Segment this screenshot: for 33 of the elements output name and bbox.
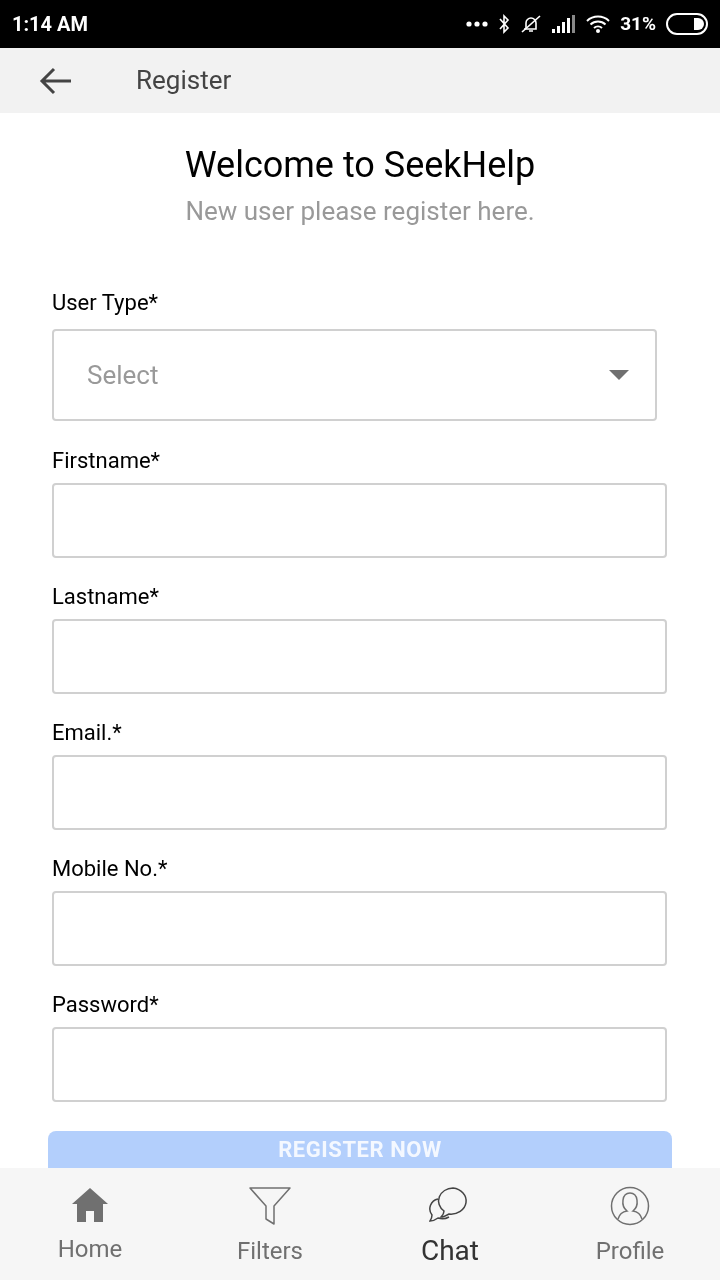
text-input-field[interactable] — [52, 1027, 667, 1102]
battery-percent: 31% — [620, 10, 656, 37]
welcome-subtitle: New user please register here. — [185, 195, 535, 228]
nav-tab[interactable]: Profile — [540, 1168, 720, 1280]
more-dots-icon — [466, 21, 489, 27]
select-field[interactable]: Select — [52, 329, 657, 421]
field-label: Password* — [52, 991, 159, 1019]
text-input-field[interactable] — [52, 483, 667, 558]
field-label: Firstname* — [52, 447, 161, 475]
text-input-field[interactable] — [52, 619, 667, 694]
dropdown-caret-icon — [609, 370, 629, 380]
filter-icon — [248, 1186, 292, 1226]
nav-tab[interactable]: Home — [0, 1168, 180, 1280]
signal-icon — [552, 15, 577, 33]
header-title: Register — [136, 64, 232, 97]
text-input-field[interactable] — [52, 755, 667, 830]
muted-bell-icon — [520, 14, 543, 34]
field-label: Email.* — [52, 719, 122, 747]
select-placeholder: Select — [87, 358, 159, 392]
home-icon — [70, 1186, 110, 1224]
battery-icon — [666, 13, 708, 35]
bluetooth-icon — [498, 14, 511, 34]
field-label: User Type* — [52, 289, 159, 317]
wifi-icon — [586, 15, 611, 33]
field-label: Mobile No.* — [52, 855, 168, 883]
status-time: 1:14 AM — [12, 11, 88, 38]
nav-tab[interactable]: Chat — [360, 1168, 540, 1280]
field-label: Lastname* — [52, 583, 159, 611]
profile-icon — [610, 1186, 650, 1226]
welcome-title: Welcome to SeekHelp — [184, 143, 536, 188]
nav-tab[interactable]: Filters — [180, 1168, 360, 1280]
back-arrow-icon — [39, 66, 73, 95]
text-input-field[interactable] — [52, 891, 667, 966]
